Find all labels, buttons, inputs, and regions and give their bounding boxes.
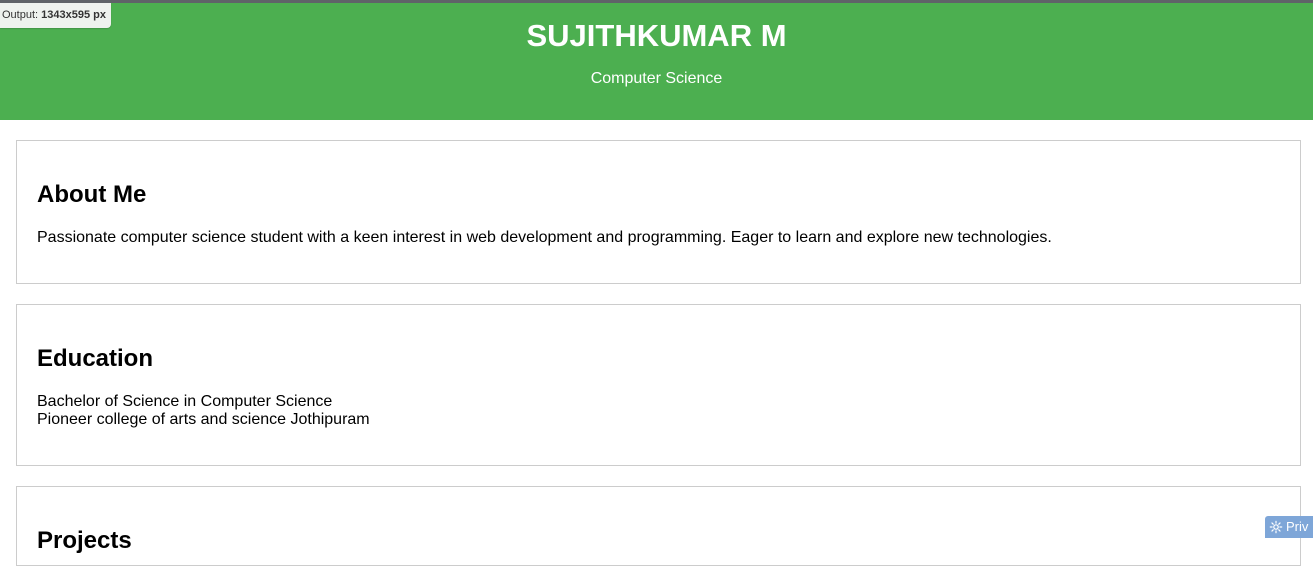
page-header: SUJITHKUMAR M Computer Science <box>0 3 1313 120</box>
page-subtitle: Computer Science <box>590 70 723 87</box>
education-college: Pioneer college of arts and science Joth… <box>37 411 370 428</box>
education-details: Bachelor of Science in Computer Science … <box>37 393 370 429</box>
education-heading: Education <box>37 345 154 372</box>
projects-section: Projects <box>16 486 1301 566</box>
education-degree: Bachelor of Science in Computer Science <box>37 393 333 410</box>
education-section: Education Bachelor of Science in Compute… <box>16 304 1301 466</box>
page-title: SUJITHKUMAR M <box>526 18 787 53</box>
privacy-label: Priv <box>1286 519 1309 534</box>
about-heading: About Me <box>37 181 147 208</box>
privacy-button[interactable]: Priv <box>1265 516 1313 538</box>
output-size: 1343x595 px <box>41 9 106 21</box>
output-label: Output: <box>2 9 39 21</box>
about-text: Passionate computer science student with… <box>37 229 1052 246</box>
projects-heading: Projects <box>37 527 132 554</box>
output-size-badge: Output: 1343x595 px <box>0 3 111 28</box>
about-section: About Me Passionate computer science stu… <box>16 140 1301 284</box>
gear-icon <box>1269 520 1283 534</box>
